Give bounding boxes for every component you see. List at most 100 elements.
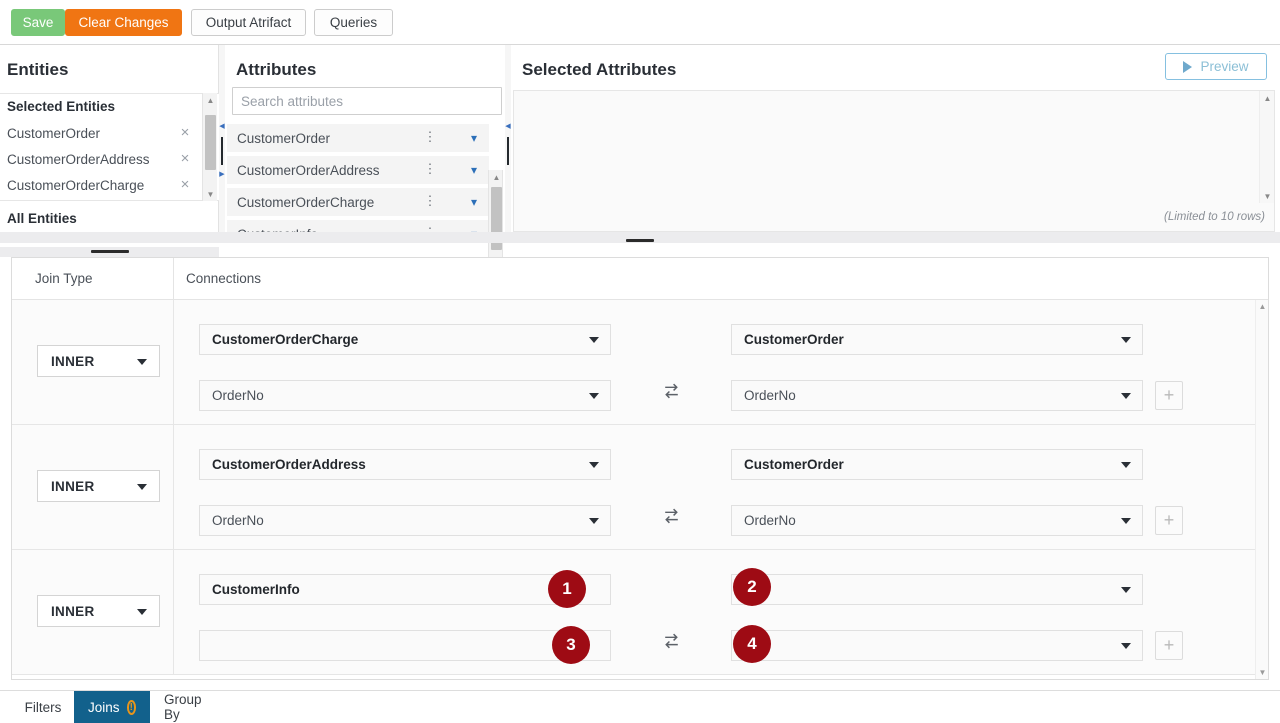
add-condition-button[interactable]: +: [1155, 381, 1183, 410]
selected-entity-label: CustomerOrder: [7, 126, 100, 141]
chevron-down-icon: [589, 393, 599, 399]
bottom-tab-bar: Filters Joins ! Group By: [0, 690, 1280, 722]
attributes-panel-title: Attributes: [236, 51, 316, 89]
top-toolbar: Save Clear Changes Output Atrifact Queri…: [0, 0, 1280, 45]
right-attribute-value: OrderNo: [744, 388, 796, 403]
chevron-down-icon: [137, 359, 147, 365]
right-entity-select[interactable]: CustomerOrder: [731, 449, 1143, 480]
more-options-icon[interactable]: ⋮: [423, 194, 437, 210]
attribute-group-row[interactable]: CustomerOrder ⋮ ▾: [227, 124, 489, 153]
right-attribute-select[interactable]: [731, 630, 1143, 661]
divider: [173, 300, 174, 425]
close-icon[interactable]: ×: [178, 152, 192, 166]
scroll-up-icon[interactable]: ▲: [203, 93, 218, 107]
drag-handle-icon[interactable]: [91, 250, 129, 253]
join-type-value: INNER: [51, 354, 95, 369]
join-type-select[interactable]: INNER: [37, 470, 160, 502]
more-options-icon[interactable]: ⋮: [423, 162, 437, 178]
tab-joins[interactable]: Joins !: [74, 691, 150, 723]
entities-scrollbar[interactable]: ▲ ▼: [202, 93, 217, 201]
divider: [173, 258, 174, 300]
selected-entity-row[interactable]: CustomerOrder ×: [0, 120, 200, 146]
join-type-select[interactable]: INNER: [37, 345, 160, 377]
swap-icon[interactable]: [661, 506, 682, 527]
chevron-down-icon: [137, 484, 147, 490]
left-attribute-value: OrderNo: [212, 388, 264, 403]
tab-joins-label: Joins: [88, 700, 120, 715]
tab-filters-label: Filters: [25, 700, 62, 715]
swap-icon[interactable]: [661, 631, 682, 652]
left-attribute-select[interactable]: [199, 630, 611, 661]
right-attribute-select[interactable]: OrderNo: [731, 380, 1143, 411]
joins-panel: Join Type Connections INNER CustomerOrde…: [11, 257, 1269, 680]
left-entity-select[interactable]: CustomerOrderCharge: [199, 324, 611, 355]
attribute-group-row[interactable]: CustomerOrderAddress ⋮ ▾: [227, 156, 489, 185]
join-type-value: INNER: [51, 479, 95, 494]
chevron-down-icon[interactable]: ▾: [465, 131, 483, 145]
attributes-selected-splitter[interactable]: ◀: [505, 45, 511, 232]
attribute-group-row[interactable]: CustomerInfo ⋮ ▾: [227, 220, 489, 232]
join-type-select[interactable]: INNER: [37, 595, 160, 627]
preview-button[interactable]: Preview: [1165, 53, 1267, 80]
scroll-down-icon[interactable]: ▼: [1256, 666, 1269, 679]
joins-scrollbar[interactable]: ▲ ▼: [1255, 300, 1268, 679]
right-entity-value: CustomerOrder: [744, 332, 844, 347]
selected-entities-header: Selected Entities: [7, 99, 115, 114]
add-condition-button[interactable]: +: [1155, 506, 1183, 535]
right-entity-select[interactable]: [731, 574, 1143, 605]
right-attribute-select[interactable]: OrderNo: [731, 505, 1143, 536]
add-condition-button[interactable]: +: [1155, 631, 1183, 660]
drag-handle-icon[interactable]: [626, 239, 654, 242]
row-limit-note: (Limited to 10 rows): [1164, 211, 1265, 223]
output-artifact-button[interactable]: Output Atrifact: [191, 9, 306, 36]
close-icon[interactable]: ×: [178, 126, 192, 140]
left-entity-select[interactable]: CustomerOrderAddress: [199, 449, 611, 480]
more-options-icon[interactable]: ⋮: [423, 130, 437, 146]
divider: [173, 425, 174, 550]
scrollbar-thumb[interactable]: [205, 115, 216, 170]
collapse-left-icon[interactable]: ◀: [505, 121, 511, 130]
scroll-up-icon[interactable]: ▲: [1256, 300, 1269, 313]
left-attribute-select[interactable]: OrderNo: [199, 505, 611, 536]
right-entity-select[interactable]: CustomerOrder: [731, 324, 1143, 355]
tab-group-by-label: Group By: [164, 692, 220, 722]
chevron-down-icon: [1121, 643, 1131, 649]
top-panels-area: Entities Selected Entities CustomerOrder…: [0, 45, 1280, 232]
left-attribute-select[interactable]: OrderNo: [199, 380, 611, 411]
chevron-down-icon: [589, 462, 599, 468]
chevron-down-icon: [1121, 518, 1131, 524]
column-header-connections: Connections: [186, 271, 261, 286]
selected-attributes-title: Selected Attributes: [522, 51, 676, 89]
clear-changes-button[interactable]: Clear Changes: [65, 9, 182, 36]
search-attributes-input[interactable]: [232, 87, 502, 115]
left-entity-select[interactable]: CustomerInfo: [199, 574, 611, 605]
tab-group-by[interactable]: Group By: [150, 691, 234, 723]
swap-icon[interactable]: [661, 381, 682, 402]
scroll-down-icon[interactable]: ▼: [203, 187, 218, 201]
queries-button[interactable]: Queries: [314, 9, 393, 36]
drag-handle-icon[interactable]: [507, 137, 509, 165]
close-icon[interactable]: ×: [178, 178, 192, 192]
attribute-group-row[interactable]: CustomerOrderCharge ⋮ ▾: [227, 188, 489, 217]
selected-attributes-scrollbar[interactable]: ▲ ▼: [1259, 91, 1274, 203]
save-button[interactable]: Save: [11, 9, 65, 36]
entities-panel-title: Entities: [7, 51, 68, 89]
scroll-down-icon[interactable]: ▼: [1260, 189, 1275, 203]
right-entity-value: CustomerOrder: [744, 457, 844, 472]
drag-handle-icon[interactable]: [221, 137, 223, 165]
left-entity-value: CustomerInfo: [212, 582, 300, 597]
attribute-group-label: CustomerOrderAddress: [237, 163, 380, 178]
scroll-up-icon[interactable]: ▲: [489, 170, 504, 184]
chevron-down-icon: [589, 337, 599, 343]
attributes-panel: Attributes CustomerOrder ⋮ ▾ CustomerOrd…: [225, 45, 510, 232]
chevron-down-icon: [1121, 462, 1131, 468]
scroll-up-icon[interactable]: ▲: [1260, 91, 1275, 105]
tab-filters[interactable]: Filters: [12, 691, 74, 723]
chevron-down-icon: [137, 609, 147, 615]
chevron-down-icon[interactable]: ▾: [465, 195, 483, 209]
selected-entity-row[interactable]: CustomerOrderCharge ×: [0, 172, 200, 198]
selected-entity-row[interactable]: CustomerOrderAddress ×: [0, 146, 200, 172]
chevron-down-icon: [1121, 337, 1131, 343]
right-attribute-value: OrderNo: [744, 513, 796, 528]
chevron-down-icon[interactable]: ▾: [465, 163, 483, 177]
